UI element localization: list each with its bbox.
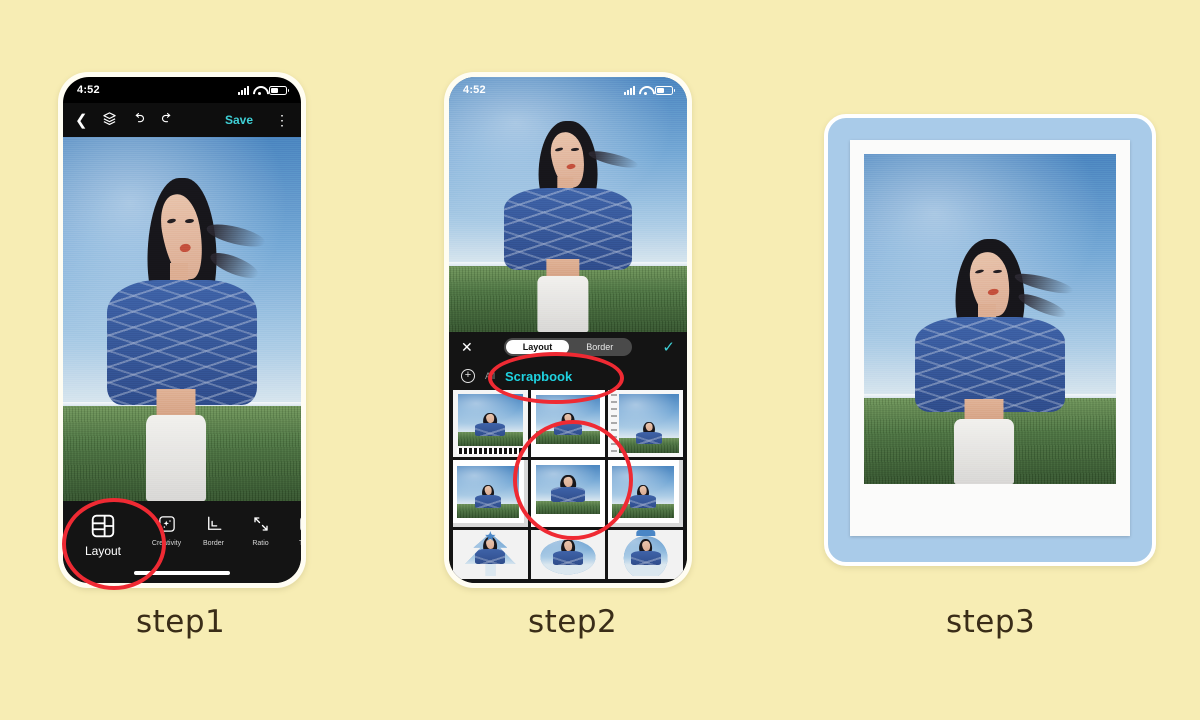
border-tool-button[interactable]: Border <box>190 513 237 547</box>
category-scrapbook[interactable]: Scrapbook <box>505 369 572 384</box>
snow-bell-shape <box>540 539 596 575</box>
battery-icon <box>655 85 675 95</box>
woman-figure <box>504 117 641 332</box>
status-indicators <box>624 85 675 95</box>
step1-bottom-toolbar: Layout Creativity Border Ratio <box>63 501 301 583</box>
blue-knit-sweater <box>915 316 1065 412</box>
white-pants <box>146 415 206 501</box>
woman-figure <box>915 234 1075 484</box>
layout-tool-button[interactable]: Layout <box>63 513 143 558</box>
kebab-menu-icon[interactable]: ⋮ <box>275 112 289 129</box>
layers-icon[interactable] <box>102 111 117 129</box>
step3-label: step3 <box>946 604 1036 640</box>
category-all[interactable]: All <box>485 371 495 381</box>
tab-layout[interactable]: Layout <box>505 340 570 354</box>
template-drop-shadow-frame[interactable] <box>453 460 528 527</box>
collage-layout-icon <box>90 513 116 539</box>
status-indicators <box>238 85 289 95</box>
plus-circle-icon[interactable]: + <box>461 369 475 383</box>
home-indicator <box>134 571 230 575</box>
blue-knit-sweater <box>107 279 257 406</box>
ornament-ball-shape <box>623 535 668 577</box>
template-ornament-ball-mask[interactable] <box>608 530 683 579</box>
creativity-tool-button[interactable]: Creativity <box>143 513 190 547</box>
drop-shadow-frame <box>453 460 528 527</box>
polaroid-frame-selected <box>530 460 606 527</box>
layout-border-segmented-control: Layout Border <box>503 338 633 356</box>
sheet-header: ✕ Layout Border ✓ <box>449 332 687 362</box>
layout-tool-label: Layout <box>84 544 122 558</box>
template-film-strip-frame[interactable] <box>453 390 528 457</box>
step1-screen: 4:52 ❮ Save ⋮ Layout Creativity Border R… <box>63 77 301 583</box>
offset-shadow-frame <box>608 460 683 527</box>
status-time: 4:52 <box>77 84 100 96</box>
template-polaroid-frame-tall[interactable] <box>530 390 606 457</box>
woman-figure <box>107 171 268 501</box>
template-grid <box>449 390 687 583</box>
film-strip-frame <box>453 390 528 457</box>
template-christmas-tree-mask[interactable] <box>453 530 528 579</box>
wifi-icon <box>253 86 265 95</box>
creativity-tool-label: Creativity <box>151 540 182 547</box>
cellular-signal-icon <box>238 85 249 95</box>
template-notebook-ring-frame[interactable] <box>608 390 683 457</box>
notebook-ring-frame <box>608 390 683 457</box>
step2-label: step2 <box>528 604 618 640</box>
save-button[interactable]: Save <box>225 113 253 127</box>
sparkle-square-icon <box>156 513 178 535</box>
christmas-tree-shape <box>465 532 516 577</box>
undo-icon[interactable] <box>131 111 146 129</box>
wifi-icon <box>639 86 651 95</box>
step1-photo-canvas[interactable] <box>63 137 301 501</box>
step2-photo-canvas[interactable] <box>449 77 687 332</box>
white-pants <box>954 419 1014 484</box>
white-pants <box>537 276 589 332</box>
ornament-cap <box>635 530 656 537</box>
redo-icon[interactable] <box>160 111 175 129</box>
template-polaroid-frame-selected[interactable] <box>530 460 606 527</box>
status-time: 4:52 <box>463 84 486 96</box>
step1-label: step1 <box>136 604 226 640</box>
category-row: + All Scrapbook <box>449 362 687 390</box>
step1-top-toolbar: ❮ Save ⋮ <box>63 103 301 137</box>
ratio-tool-button[interactable]: Ratio <box>237 513 284 547</box>
step2-phone-mockup: 4:52 ✕ Layout Border ✓ + All Scrapbook <box>444 72 692 588</box>
template-tool-button[interactable]: Temp <box>284 513 301 547</box>
step1-phone-mockup: 4:52 ❮ Save ⋮ Layout Creativity Border R… <box>58 72 306 588</box>
template-snow-bell-mask[interactable] <box>530 530 606 579</box>
battery-icon <box>269 85 289 95</box>
polaroid-frame <box>530 390 606 457</box>
template-tool-label: Temp <box>299 540 301 547</box>
tutorial-canvas: 4:52 ❮ Save ⋮ Layout Creativity Border R… <box>0 0 1200 720</box>
polaroid-frame-result <box>850 140 1130 536</box>
step1-status-bar: 4:52 <box>63 77 301 103</box>
border-corner-icon <box>203 513 225 535</box>
ratio-tool-label: Ratio <box>252 540 269 547</box>
result-photo <box>864 154 1116 484</box>
chevron-left-icon[interactable]: ❮ <box>75 113 88 128</box>
checkmark-icon[interactable]: ✓ <box>661 338 675 356</box>
step2-screen: 4:52 ✕ Layout Border ✓ + All Scrapbook <box>449 77 687 583</box>
close-x-icon[interactable]: ✕ <box>461 339 475 356</box>
template-heart-icon <box>297 513 301 535</box>
cellular-signal-icon <box>624 85 635 95</box>
template-offset-shadow-frame[interactable] <box>608 460 683 527</box>
border-tool-label: Border <box>202 540 224 547</box>
step3-result-card <box>824 114 1156 566</box>
blue-knit-sweater <box>504 187 632 270</box>
layout-picker-sheet: ✕ Layout Border ✓ + All Scrapbook <box>449 332 687 583</box>
step2-status-bar: 4:52 <box>449 77 687 103</box>
tool-row: Layout Creativity Border Ratio <box>63 513 301 558</box>
expand-arrows-icon <box>250 513 272 535</box>
hair-strand <box>207 247 262 283</box>
tab-border[interactable]: Border <box>569 340 630 354</box>
